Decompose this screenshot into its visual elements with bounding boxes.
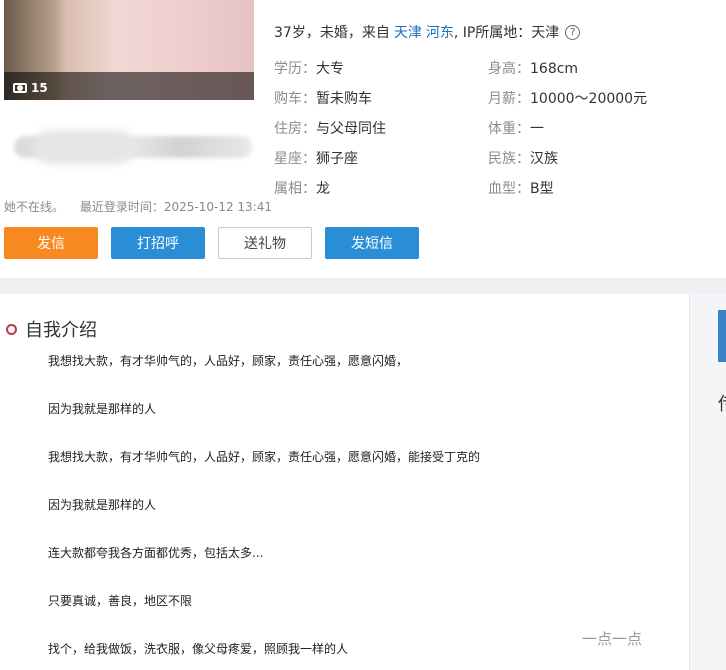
blurred-nickname (14, 126, 254, 166)
online-status: 她不在线。 (4, 200, 65, 214)
send-sms-button[interactable]: 发短信 (325, 227, 419, 259)
send-gift-button[interactable]: 送礼物 (218, 227, 312, 259)
city-link[interactable]: 天津 (394, 22, 422, 42)
send-letter-button[interactable]: 发信 (4, 227, 98, 259)
last-login-time: 最近登录时间：2025-10-12 13:41 (79, 200, 272, 214)
attr-value: 一 (530, 121, 544, 137)
blur-mask-secondary (34, 130, 134, 164)
attr-key: 星座： (274, 151, 316, 167)
attr-chinese-zodiac: 属相：龙 (274, 178, 330, 198)
attr-value: B型 (530, 181, 554, 197)
attr-key: 学历： (274, 61, 316, 77)
self-intro-heading: 自我介绍 (6, 316, 97, 342)
photo-count[interactable]: 15 (13, 81, 48, 95)
attr-ethnicity: 民族：汉族 (488, 148, 558, 168)
profile-photo[interactable]: 15 (4, 0, 254, 100)
attr-housing: 住房：与父母同住 (274, 118, 386, 138)
right-sidebar: 传 (690, 294, 726, 670)
attr-value: 大专 (316, 61, 344, 77)
intro-paragraph: 因为我就是那样的人 (48, 498, 157, 512)
section-divider (0, 278, 726, 294)
help-icon[interactable]: ? (565, 24, 581, 40)
attr-key: 住房： (274, 121, 316, 137)
attr-key: 身高： (488, 61, 530, 77)
intro-paragraph: 我想找大款，有才华帅气的，人品好，顾家，责任心强，愿意闪婚， (48, 354, 409, 368)
attr-key: 血型： (488, 181, 530, 197)
self-intro-title: 自我介绍 (25, 320, 97, 341)
photo-count-value: 15 (31, 81, 48, 95)
attr-zodiac: 星座：狮子座 (274, 148, 358, 168)
attr-salary: 月薪：10000～20000元 (488, 88, 647, 108)
attr-height: 身高：168cm (488, 58, 578, 78)
sidebar-heading-partial: 传 (718, 390, 726, 416)
attr-key: 体重： (488, 121, 530, 137)
attr-education: 学历：大专 (274, 58, 344, 78)
district-link[interactable]: 河东 (426, 22, 454, 42)
attr-key: 属相： (274, 181, 316, 197)
attr-value: 168cm (530, 61, 579, 77)
self-intro-section: 自我介绍 我想找大款，有才华帅气的，人品好，顾家，责任心强，愿意闪婚， 因为我就… (0, 294, 690, 670)
attr-value: 10000～20000元 (530, 91, 648, 107)
intro-paragraph: 因为我就是那样的人 (48, 402, 157, 416)
attr-weight: 体重：一 (488, 118, 544, 138)
profile-headline: 37岁，未婚，来自 天津 河东 , IP所属地：天津 ? (274, 22, 581, 42)
intro-paragraph: 连大款都夸我各方面都优秀，包括太多... (48, 546, 264, 560)
camera-icon (13, 83, 27, 93)
attr-blood-type: 血型：B型 (488, 178, 554, 198)
intro-paragraph: 只要真诚，善良，地区不限 (48, 594, 193, 608)
sidebar-banner[interactable] (718, 310, 726, 362)
attr-key: 月薪： (488, 91, 530, 107)
attr-value: 暂未购车 (316, 91, 372, 107)
attr-value: 与父母同住 (316, 121, 386, 137)
attr-value: 龙 (316, 181, 330, 197)
watermark: 一点一点 (580, 628, 645, 649)
ip-location: , IP所属地：天津 (453, 25, 560, 41)
greet-button[interactable]: 打招呼 (111, 227, 205, 259)
intro-paragraph: 找个，给我做饭，洗衣服，像父母疼爱，照顾我一样的人 (48, 642, 349, 656)
circle-marker-icon (6, 323, 17, 335)
attr-key: 民族： (488, 151, 530, 167)
attr-value: 狮子座 (316, 151, 358, 167)
attr-car: 购车：暂未购车 (274, 88, 372, 108)
attr-key: 购车： (274, 91, 316, 107)
login-info: 她不在线。 最近登录时间：2025-10-12 13:41 (4, 198, 272, 215)
attr-value: 汉族 (530, 151, 558, 167)
headline-prefix: 37岁，未婚，来自 (274, 25, 390, 41)
intro-paragraph: 我想找大款，有才华帅气的，人品好，顾家，责任心强，愿意闪婚，能接受丁克的 (48, 450, 481, 464)
